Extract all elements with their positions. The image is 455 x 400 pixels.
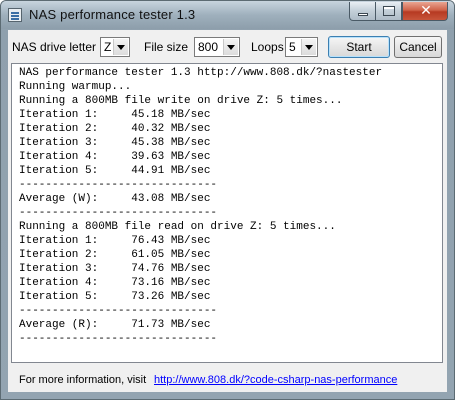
start-button[interactable]: Start — [328, 36, 390, 58]
output-line: ------------------------------ — [19, 179, 218, 191]
output-line: Iteration 4: 39.63 MB/sec — [19, 151, 211, 163]
chevron-down-icon[interactable] — [223, 39, 238, 55]
app-window: NAS performance tester 1.3 ✕ NAS drive l… — [0, 0, 455, 400]
window-title: NAS performance tester 1.3 — [29, 7, 196, 22]
chevron-down-icon[interactable] — [301, 39, 316, 55]
output-textbox[interactable]: NAS performance tester 1.3 http://www.80… — [11, 63, 443, 363]
chevron-down-icon[interactable] — [113, 39, 128, 55]
maximize-icon — [383, 6, 395, 16]
output-line: Running a 800MB file write on drive Z: 5… — [19, 95, 343, 107]
output-line: ------------------------------ — [19, 305, 218, 317]
output-line: ------------------------------ — [19, 333, 218, 345]
client-area: NAS drive letter Z File size 800 Loops 5… — [8, 30, 447, 392]
drive-letter-select[interactable]: Z — [100, 37, 130, 57]
file-size-select[interactable]: 800 — [194, 37, 240, 57]
output-line: Iteration 2: 61.05 MB/sec — [19, 249, 211, 261]
output-line: Iteration 3: 45.38 MB/sec — [19, 137, 211, 149]
output-line: Iteration 4: 73.16 MB/sec — [19, 277, 211, 289]
output-line: Iteration 3: 74.76 MB/sec — [19, 263, 211, 275]
file-size-label: File size — [144, 40, 189, 54]
output-line: Iteration 5: 44.91 MB/sec — [19, 165, 211, 177]
output-line: Running a 800MB file read on drive Z: 5 … — [19, 221, 336, 233]
output-line: Iteration 1: 76.43 MB/sec — [19, 235, 211, 247]
close-icon: ✕ — [420, 3, 432, 19]
cancel-button[interactable]: Cancel — [394, 36, 442, 58]
app-icon — [8, 8, 22, 22]
minimize-button[interactable] — [349, 2, 376, 21]
footer-link[interactable]: http://www.808.dk/?code-csharp-nas-perfo… — [154, 374, 397, 386]
output-lines: NAS performance tester 1.3 http://www.80… — [19, 66, 440, 360]
output-line: Iteration 5: 73.26 MB/sec — [19, 291, 211, 303]
footer-text: For more information, visit — [19, 374, 147, 386]
loops-value: 5 — [289, 40, 296, 54]
loops-label: Loops — [251, 40, 284, 54]
close-button[interactable]: ✕ — [402, 2, 448, 21]
output-line: Average (R): 71.73 MB/sec — [19, 319, 211, 331]
maximize-button[interactable] — [376, 2, 402, 21]
drive-letter-label: NAS drive letter — [12, 40, 97, 54]
file-size-value: 800 — [198, 40, 219, 54]
loops-select[interactable]: 5 — [285, 37, 318, 57]
minimize-icon — [358, 13, 368, 16]
title-bar[interactable]: NAS performance tester 1.3 ✕ — [1, 1, 454, 29]
output-line: Running warmup... — [19, 81, 132, 93]
output-line: ------------------------------ — [19, 207, 218, 219]
output-line: Iteration 1: 45.18 MB/sec — [19, 109, 211, 121]
output-line: NAS performance tester 1.3 http://www.80… — [19, 67, 383, 79]
output-line: Iteration 2: 40.32 MB/sec — [19, 123, 211, 135]
drive-letter-value: Z — [104, 40, 112, 54]
output-line: Average (W): 43.08 MB/sec — [19, 193, 211, 205]
